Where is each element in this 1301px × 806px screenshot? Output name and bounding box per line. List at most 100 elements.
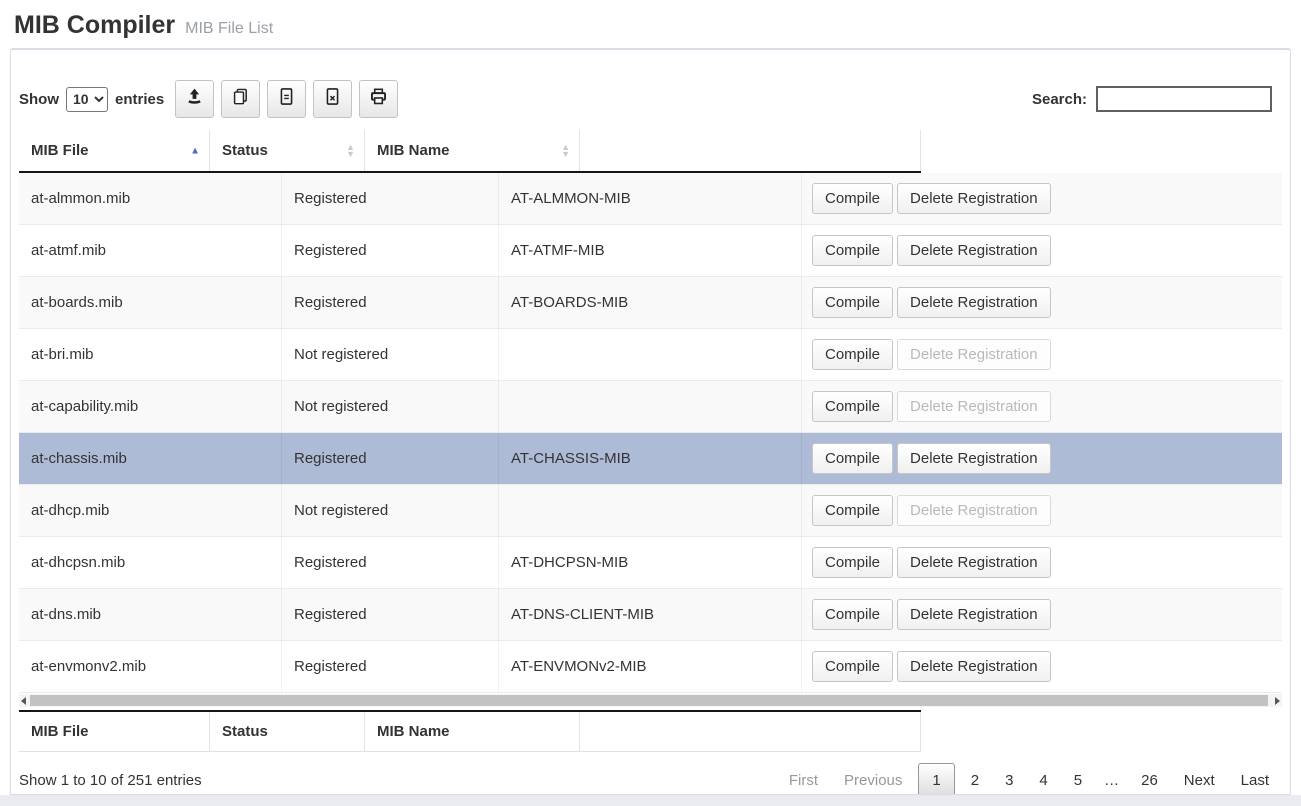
upload-icon [185, 87, 204, 111]
pagination-pages: 12345…26 [915, 763, 1170, 796]
compile-button[interactable]: Compile [812, 443, 893, 474]
page-subtitle: MIB File List [185, 20, 273, 37]
sort-both-icon: ▲▼ [346, 144, 355, 158]
column-header-mib-file[interactable]: MIB File ▲ [19, 130, 209, 171]
pagination-next-button[interactable]: Next [1171, 763, 1228, 796]
footer-column-status: Status [209, 712, 364, 751]
compile-button[interactable]: Compile [812, 183, 893, 214]
search-input[interactable] [1096, 86, 1272, 112]
status-cell: Registered [281, 225, 498, 276]
mib-name-cell [498, 329, 801, 380]
scroll-left-arrow-icon[interactable] [21, 697, 26, 705]
mib-file-cell: at-dhcpsn.mib [19, 537, 281, 588]
delete-registration-button[interactable]: Delete Registration [897, 651, 1051, 682]
search-label: Search: [1032, 91, 1087, 108]
table-row[interactable]: at-bri.mib Not registered Compile Delete… [19, 329, 1282, 381]
scroll-right-arrow-icon[interactable] [1275, 697, 1280, 705]
copy-button[interactable] [221, 80, 260, 118]
mib-file-cell: at-boards.mib [19, 277, 281, 328]
csv-export-button[interactable] [267, 80, 306, 118]
page-header: MIB Compiler MIB File List [0, 0, 1301, 48]
compile-button[interactable]: Compile [812, 599, 893, 630]
table-row[interactable]: at-dhcpsn.mib Registered AT-DHCPSN-MIB C… [19, 537, 1282, 589]
mib-name-cell: AT-ENVMONv2-MIB [498, 641, 801, 692]
mib-file-cell: at-dns.mib [19, 589, 281, 640]
file-text-icon [277, 87, 296, 111]
footer-column-mib-file: MIB File [19, 712, 209, 751]
table-row[interactable]: at-chassis.mib Registered AT-CHASSIS-MIB… [19, 433, 1282, 485]
column-header-actions [579, 130, 921, 171]
sort-both-icon: ▲▼ [561, 144, 570, 158]
mib-name-cell: AT-ATMF-MIB [498, 225, 801, 276]
delete-registration-button[interactable]: Delete Registration [897, 599, 1051, 630]
mib-file-cell: at-almmon.mib [19, 173, 281, 224]
table-row[interactable]: at-almmon.mib Registered AT-ALMMON-MIB C… [19, 173, 1282, 225]
table-row[interactable]: at-atmf.mib Registered AT-ATMF-MIB Compi… [19, 225, 1282, 277]
pagination-page-button[interactable]: 2 [958, 763, 992, 796]
status-cell: Not registered [281, 381, 498, 432]
pagination-page-button[interactable]: 26 [1128, 763, 1171, 796]
show-label: Show [19, 91, 59, 108]
pagination-page-button[interactable]: 4 [1026, 763, 1060, 796]
footer-column-mib-name: MIB Name [364, 712, 579, 751]
compile-button[interactable]: Compile [812, 339, 893, 370]
status-cell: Not registered [281, 485, 498, 536]
mib-file-cell: at-atmf.mib [19, 225, 281, 276]
file-excel-icon [323, 87, 342, 111]
excel-export-button[interactable] [313, 80, 352, 118]
compile-button[interactable]: Compile [812, 391, 893, 422]
compile-button[interactable]: Compile [812, 651, 893, 682]
pagination-previous-button: Previous [831, 763, 915, 796]
table-row[interactable]: at-capability.mib Not registered Compile… [19, 381, 1282, 433]
footer-column-actions [579, 712, 921, 751]
table-header-row: MIB File ▲ Status ▲▼ MIB Name ▲▼ [19, 130, 921, 173]
entries-label: entries [115, 91, 164, 108]
pagination-page-button[interactable]: 3 [992, 763, 1026, 796]
mib-file-cell: at-dhcp.mib [19, 485, 281, 536]
delete-registration-button[interactable]: Delete Registration [897, 183, 1051, 214]
status-cell: Registered [281, 641, 498, 692]
print-button[interactable] [359, 80, 398, 118]
mib-file-cell: at-capability.mib [19, 381, 281, 432]
table-row[interactable]: at-dns.mib Registered AT-DNS-CLIENT-MIB … [19, 589, 1282, 641]
status-cell: Registered [281, 537, 498, 588]
delete-registration-button[interactable]: Delete Registration [897, 287, 1051, 318]
sort-asc-icon: ▲ [190, 145, 200, 156]
pagination-last-button[interactable]: Last [1228, 763, 1282, 796]
mib-name-cell: AT-CHASSIS-MIB [498, 433, 801, 484]
export-button-group [175, 80, 398, 118]
delete-registration-button[interactable]: Delete Registration [897, 443, 1051, 474]
show-entries-control: Show 10 entries [19, 87, 164, 112]
mib-name-cell [498, 485, 801, 536]
status-cell: Not registered [281, 329, 498, 380]
pagination-page-button[interactable]: 5 [1061, 763, 1095, 796]
actions-cell: Compile Delete Registration [801, 225, 1282, 276]
table-row[interactable]: at-boards.mib Registered AT-BOARDS-MIB C… [19, 277, 1282, 329]
compile-button[interactable]: Compile [812, 235, 893, 266]
actions-cell: Compile Delete Registration [801, 173, 1282, 224]
table-row[interactable]: at-envmonv2.mib Registered AT-ENVMONv2-M… [19, 641, 1282, 693]
column-header-status[interactable]: Status ▲▼ [209, 130, 364, 171]
search-control: Search: [1032, 86, 1272, 112]
scrollbar-thumb[interactable] [30, 695, 1268, 706]
pagination-page-button-current[interactable]: 1 [918, 763, 954, 796]
table-row[interactable]: at-dhcp.mib Not registered Compile Delet… [19, 485, 1282, 537]
compile-button[interactable]: Compile [812, 287, 893, 318]
table-footer-row: MIB File Status MIB Name [19, 710, 921, 752]
page-size-select[interactable]: 10 [66, 87, 108, 112]
table-info-bar: Show 1 to 10 of 251 entries First Previo… [19, 758, 1282, 795]
compile-button[interactable]: Compile [812, 547, 893, 578]
compile-button[interactable]: Compile [812, 495, 893, 526]
pagination-first-button: First [776, 763, 831, 796]
actions-cell: Compile Delete Registration [801, 589, 1282, 640]
entries-info: Show 1 to 10 of 251 entries [19, 772, 202, 789]
page-title: MIB Compiler [14, 11, 175, 39]
pagination-ellipsis: … [1095, 763, 1128, 796]
delete-registration-button[interactable]: Delete Registration [897, 547, 1051, 578]
column-header-mib-name[interactable]: MIB Name ▲▼ [364, 130, 579, 171]
copy-icon [231, 87, 250, 111]
upload-button[interactable] [175, 80, 214, 118]
horizontal-scrollbar[interactable] [19, 694, 1282, 707]
delete-registration-button[interactable]: Delete Registration [897, 235, 1051, 266]
mib-file-cell: at-envmonv2.mib [19, 641, 281, 692]
